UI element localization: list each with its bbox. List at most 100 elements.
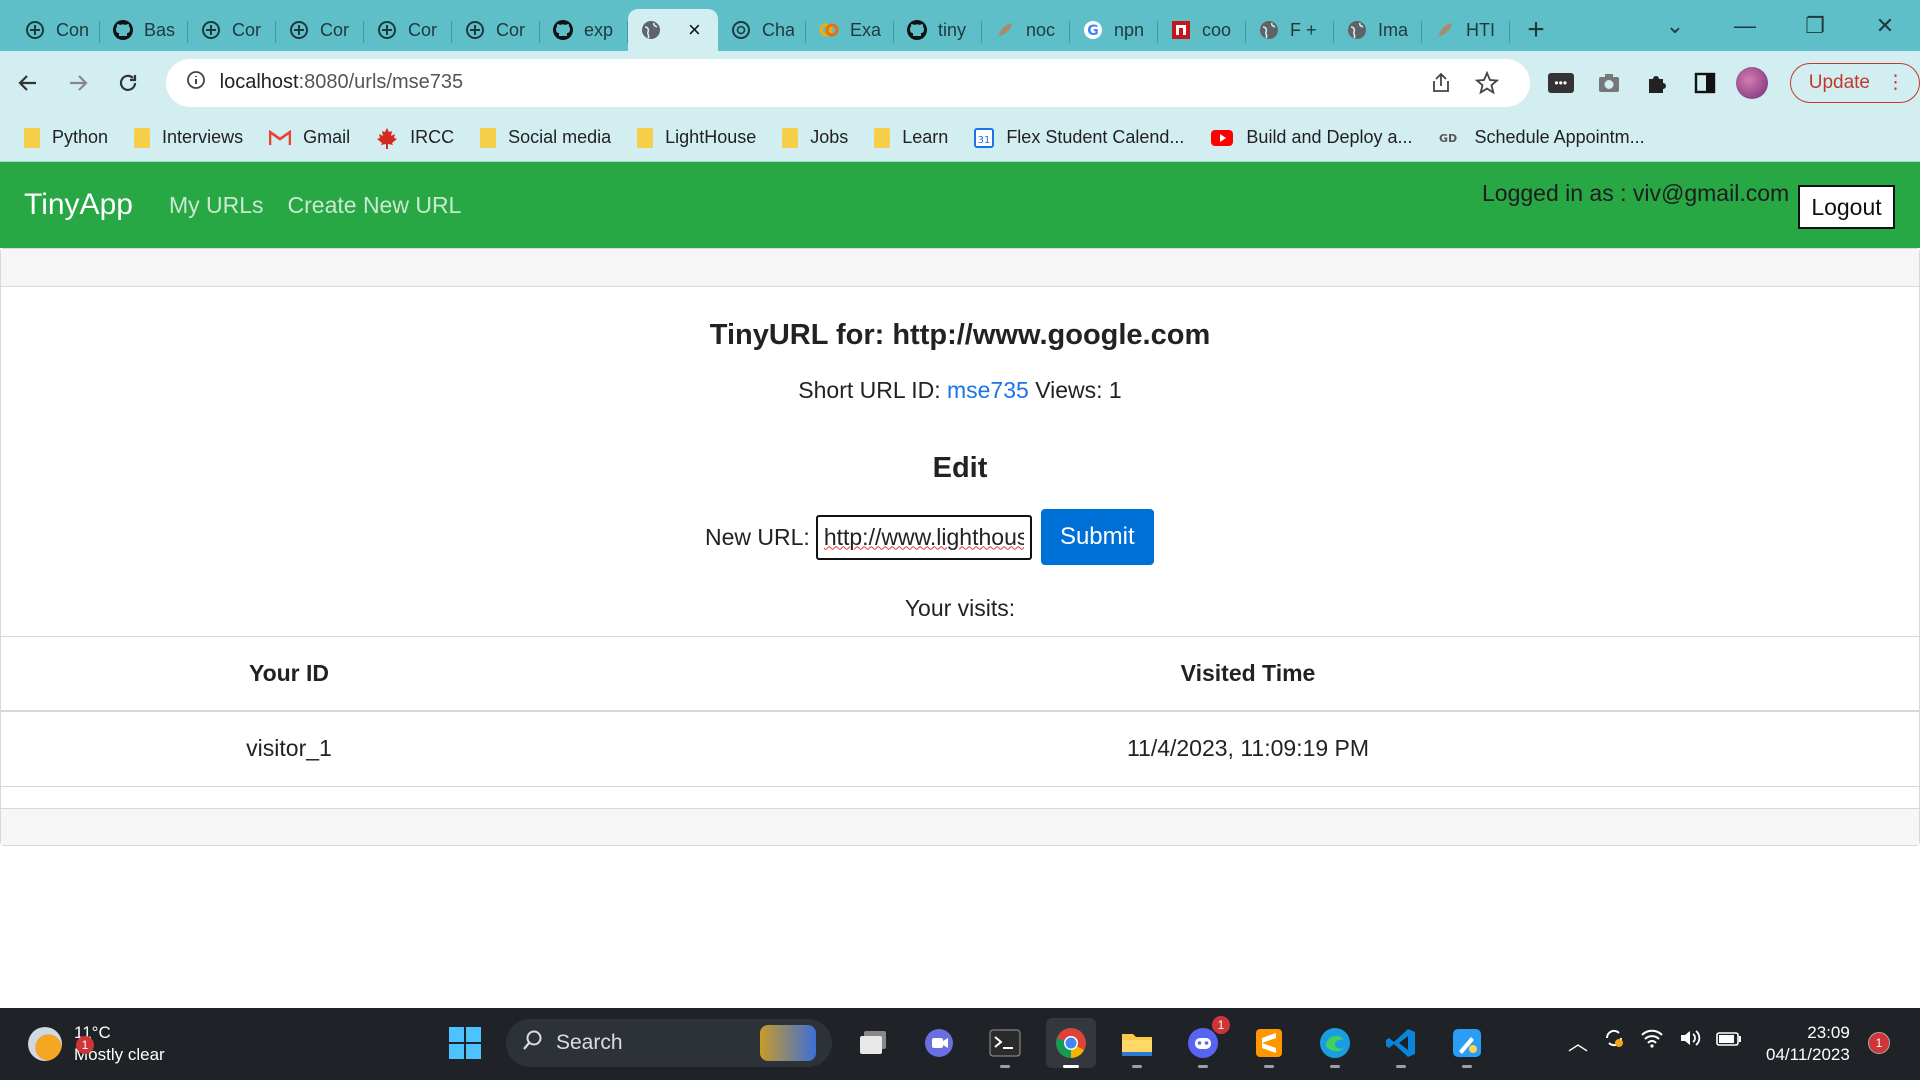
short-url-link[interactable]: mse735	[947, 377, 1029, 403]
bookmark-label: IRCC	[410, 127, 455, 147]
bookmark-label: LightHouse	[665, 127, 757, 147]
forward-icon[interactable]	[56, 61, 100, 105]
tab-label: Cor	[408, 19, 438, 40]
clock-date: 04/11/2023	[1766, 1045, 1850, 1064]
chevron-up-icon[interactable]: ︿	[1568, 1027, 1588, 1056]
vscode-icon[interactable]	[1376, 1018, 1426, 1068]
tab-list: Con Bas Cor Cor Cor Cor exp × Cha Exa tiny noc Gnpn c…	[0, 0, 1510, 51]
teams-chat-icon[interactable]	[914, 1018, 964, 1068]
bookmark-item[interactable]: 31 Flex Student Calend...	[974, 127, 1184, 148]
bookmark-item[interactable]: Learn	[874, 127, 948, 148]
tab-12[interactable]: Gnpn	[1070, 9, 1158, 51]
tab-label: HTI	[1466, 19, 1495, 40]
bookmark-item[interactable]: Social media	[480, 127, 611, 148]
edit-heading: Edit	[932, 452, 988, 484]
youtube-icon	[1210, 129, 1234, 147]
bookmark-item[interactable]: Gmail	[269, 127, 350, 148]
tab-7[interactable]: ×	[628, 9, 718, 51]
bookmark-item[interactable]: LightHouse	[637, 127, 756, 148]
google-icon: G	[1082, 19, 1104, 41]
tab-8[interactable]: Cha	[718, 9, 806, 51]
new-tab-button[interactable]: +	[1510, 9, 1562, 51]
address-bar[interactable]: localhost:8080/urls/mse735	[165, 58, 1530, 107]
bookmark-item[interactable]: Python	[24, 127, 108, 148]
visitor-id-cell: visitor_1	[246, 735, 332, 762]
tab-11[interactable]: noc	[982, 9, 1070, 51]
page-title: TinyURL for: http://www.google.com	[709, 319, 1211, 351]
close-tab-icon[interactable]: ×	[688, 17, 701, 43]
edge-icon[interactable]	[1310, 1018, 1360, 1068]
tab-2[interactable]: Cor	[188, 9, 276, 51]
reload-icon[interactable]	[106, 61, 150, 105]
system-clock[interactable]: 23:09 04/11/2023	[1766, 1022, 1850, 1066]
tab-4[interactable]: Cor	[364, 9, 452, 51]
app-navbar: TinyApp My URLs Create New URL Logged in…	[0, 162, 1920, 248]
back-icon[interactable]	[6, 61, 50, 105]
column-header-visited-time: Visited Time	[1180, 659, 1316, 686]
minimize-icon[interactable]: —	[1710, 0, 1780, 51]
sublime-text-icon[interactable]	[1244, 1018, 1294, 1068]
submit-button[interactable]: Submit	[1040, 509, 1154, 565]
tab-1[interactable]: Bas	[100, 9, 188, 51]
bookmark-star-icon[interactable]	[1464, 70, 1510, 95]
tab-14[interactable]: F +	[1246, 9, 1334, 51]
logout-button[interactable]: Logout	[1798, 185, 1895, 229]
browser-tab-strip: Con Bas Cor Cor Cor Cor exp × Cha Exa tiny noc Gnpn c…	[0, 0, 1920, 51]
camera-icon[interactable]	[1592, 66, 1626, 100]
paint-icon[interactable]	[1442, 1018, 1492, 1068]
tab-10[interactable]: tiny	[894, 9, 982, 51]
taskbar-search[interactable]: Search	[506, 1019, 832, 1067]
sync-icon[interactable]	[1602, 1026, 1626, 1056]
tab-search-icon[interactable]: ⌄	[1640, 0, 1710, 51]
terminal-icon[interactable]	[980, 1018, 1030, 1068]
github-icon	[906, 19, 928, 41]
site-info-icon[interactable]	[186, 70, 206, 95]
close-window-icon[interactable]: ✕	[1850, 0, 1920, 51]
restore-icon[interactable]: ❐	[1780, 0, 1850, 51]
profile-avatar[interactable]	[1735, 66, 1768, 99]
tab-15[interactable]: Ima	[1334, 9, 1422, 51]
add-circle-icon	[200, 19, 222, 41]
tab-5[interactable]: Cor	[452, 9, 540, 51]
tab-0[interactable]: Con	[12, 9, 100, 51]
discord-icon[interactable]: 1	[1178, 1016, 1230, 1068]
globe-icon	[640, 19, 662, 41]
new-url-input[interactable]	[815, 514, 1032, 560]
app-brand[interactable]: TinyApp	[24, 188, 133, 222]
update-button[interactable]: Update ⋮	[1789, 62, 1920, 103]
bookmark-item[interactable]: Jobs	[782, 127, 848, 148]
weather-widget[interactable]: 1 11°C Mostly clear	[28, 1022, 165, 1066]
system-tray: ︿	[1568, 1026, 1742, 1056]
tab-16[interactable]: HTI	[1422, 9, 1510, 51]
wifi-icon[interactable]	[1640, 1027, 1664, 1055]
file-explorer-icon[interactable]	[1112, 1018, 1162, 1068]
bookmark-item[interactable]: Interviews	[134, 127, 243, 148]
globe-icon	[1258, 19, 1280, 41]
visited-time-cell: 11/4/2023, 11:09:19 PM	[1126, 735, 1370, 762]
colab-icon	[818, 19, 840, 41]
bookmark-item[interactable]: Build and Deploy a...	[1210, 127, 1413, 148]
start-windows-icon[interactable]	[440, 1018, 490, 1068]
battery-icon[interactable]	[1716, 1030, 1742, 1053]
extensions-bar: ••• Update ⋮	[1544, 62, 1920, 103]
extensions-puzzle-icon[interactable]	[1640, 66, 1674, 100]
side-panel-icon[interactable]	[1688, 66, 1722, 100]
nav-create-new-url[interactable]: Create New URL	[288, 192, 462, 219]
chrome-icon[interactable]	[1046, 1018, 1096, 1068]
nav-my-urls[interactable]: My URLs	[169, 192, 264, 219]
share-icon[interactable]	[1418, 72, 1464, 94]
bookmark-label: Flex Student Calend...	[1006, 127, 1185, 147]
bookmark-item[interactable]: IRCC	[376, 127, 454, 149]
tab-6[interactable]: exp	[540, 9, 628, 51]
volume-icon[interactable]	[1678, 1027, 1702, 1055]
new-url-label: New URL:	[705, 523, 810, 550]
tab-13[interactable]: coo	[1158, 9, 1246, 51]
folder-icon	[24, 127, 40, 148]
notification-badge[interactable]: 1	[1868, 1032, 1890, 1054]
task-view-icon[interactable]	[848, 1018, 898, 1068]
tab-9[interactable]: Exa	[806, 9, 894, 51]
password-manager-icon[interactable]: •••	[1544, 66, 1578, 100]
bookmark-item[interactable]: GD Schedule Appointm...	[1439, 127, 1645, 148]
tab-3[interactable]: Cor	[276, 9, 364, 51]
menu-kebab-icon[interactable]: ⋮	[1886, 71, 1905, 94]
